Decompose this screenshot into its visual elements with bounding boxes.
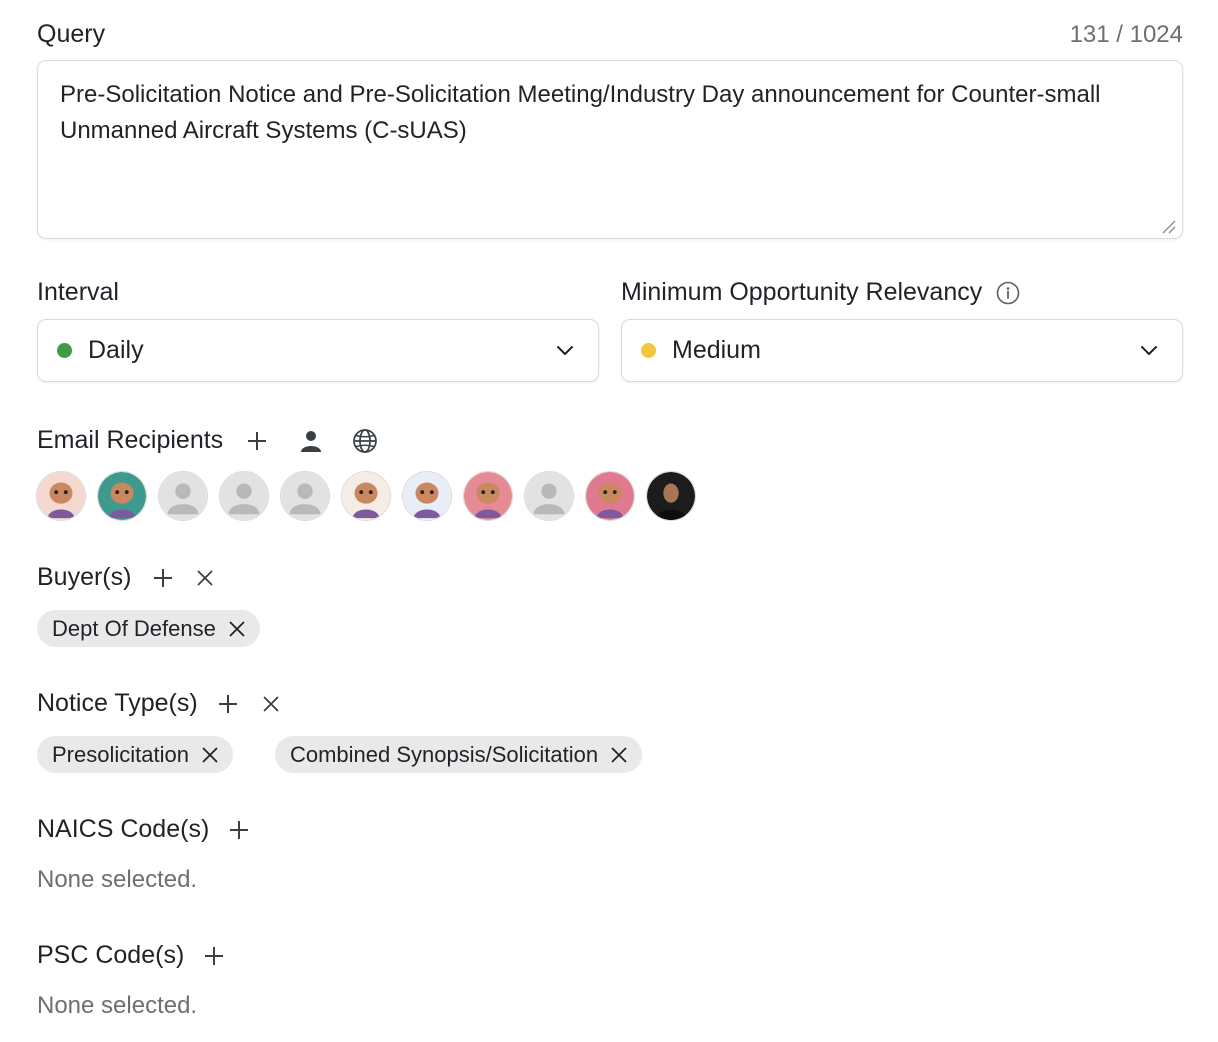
add-psc-plus-icon[interactable]	[203, 945, 225, 967]
avatar-shrimp[interactable]	[36, 471, 86, 521]
query-text: Pre-Solicitation Notice and Pre-Solicita…	[60, 81, 1101, 144]
avatar-image	[281, 472, 329, 520]
avatar-image	[403, 472, 451, 520]
chevron-down-icon	[1141, 345, 1157, 355]
resize-handle-icon[interactable]	[1162, 220, 1176, 234]
avatar-dj-character[interactable]	[585, 471, 635, 521]
chip-label: Combined Synopsis/Solicitation	[289, 741, 599, 767]
notice-type-chip: Combined Synopsis/Solicitation	[274, 736, 643, 773]
add-buyer-plus-icon[interactable]	[152, 567, 174, 589]
psc-empty-text: None selected.	[37, 992, 198, 1019]
psc-label: PSC Code(s)	[37, 941, 185, 969]
avatar-image	[37, 472, 85, 520]
buyers-label: Buyer(s)	[37, 563, 132, 591]
avatar-image	[647, 472, 695, 520]
avatar-image	[220, 472, 268, 520]
notice-type-chip-list: Presolicitation Combined Synopsis/Solici…	[37, 736, 643, 773]
clear-buyers-close-icon[interactable]	[196, 569, 214, 587]
chip-label: Dept Of Defense	[52, 615, 216, 641]
avatar-placeholder[interactable]	[524, 471, 574, 521]
avatar-image	[159, 472, 207, 520]
add-notice-type-plus-icon[interactable]	[217, 693, 239, 715]
query-textarea[interactable]: Pre-Solicitation Notice and Pre-Solicita…	[37, 60, 1183, 239]
avatar-image	[586, 472, 634, 520]
person-icon[interactable]	[300, 429, 322, 453]
interval-label: Interval	[37, 278, 119, 306]
interval-value: Daily	[88, 336, 144, 364]
avatar-party-character[interactable]	[402, 471, 452, 521]
query-char-count: 131 / 1024	[1069, 21, 1183, 48]
globe-icon[interactable]	[352, 428, 378, 454]
avatar-placeholder[interactable]	[219, 471, 269, 521]
avatar-image	[98, 472, 146, 520]
relevancy-value: Medium	[672, 336, 761, 364]
avatar-image	[525, 472, 573, 520]
avatar-placeholder[interactable]	[280, 471, 330, 521]
avatar-photo[interactable]	[646, 471, 696, 521]
naics-label: NAICS Code(s)	[37, 815, 210, 843]
status-dot-icon	[641, 343, 656, 358]
avatar-image	[464, 472, 512, 520]
remove-chip-close-icon[interactable]	[201, 746, 219, 764]
notice-types-label: Notice Type(s)	[37, 689, 198, 717]
naics-empty-text: None selected.	[37, 866, 198, 893]
buyer-chip-list: Dept Of Defense	[37, 610, 260, 647]
add-naics-plus-icon[interactable]	[228, 819, 250, 841]
chip-label: Presolicitation	[52, 741, 189, 767]
avatar-placeholder[interactable]	[158, 471, 208, 521]
email-recipients-label: Email Recipients	[37, 426, 224, 454]
remove-chip-close-icon[interactable]	[228, 620, 246, 638]
status-dot-icon	[57, 343, 72, 358]
relevancy-label: Minimum Opportunity Relevancy	[621, 278, 983, 306]
avatar-teal-character[interactable]	[97, 471, 147, 521]
buyer-chip: Dept Of Defense	[37, 610, 260, 647]
info-icon[interactable]	[996, 281, 1020, 305]
plus-icon[interactable]	[246, 430, 268, 452]
recipient-avatar-list	[36, 471, 696, 521]
avatar-image	[342, 472, 390, 520]
notice-type-chip: Presolicitation	[37, 736, 233, 773]
remove-chip-close-icon[interactable]	[610, 746, 628, 764]
relevancy-select[interactable]: Medium	[621, 319, 1183, 382]
clear-notice-types-close-icon[interactable]	[262, 695, 280, 713]
avatar-sloth-pink[interactable]	[463, 471, 513, 521]
chevron-down-icon	[557, 345, 573, 355]
avatar-sloth-aviator[interactable]	[341, 471, 391, 521]
query-label: Query	[37, 20, 106, 48]
interval-select[interactable]: Daily	[37, 319, 599, 382]
